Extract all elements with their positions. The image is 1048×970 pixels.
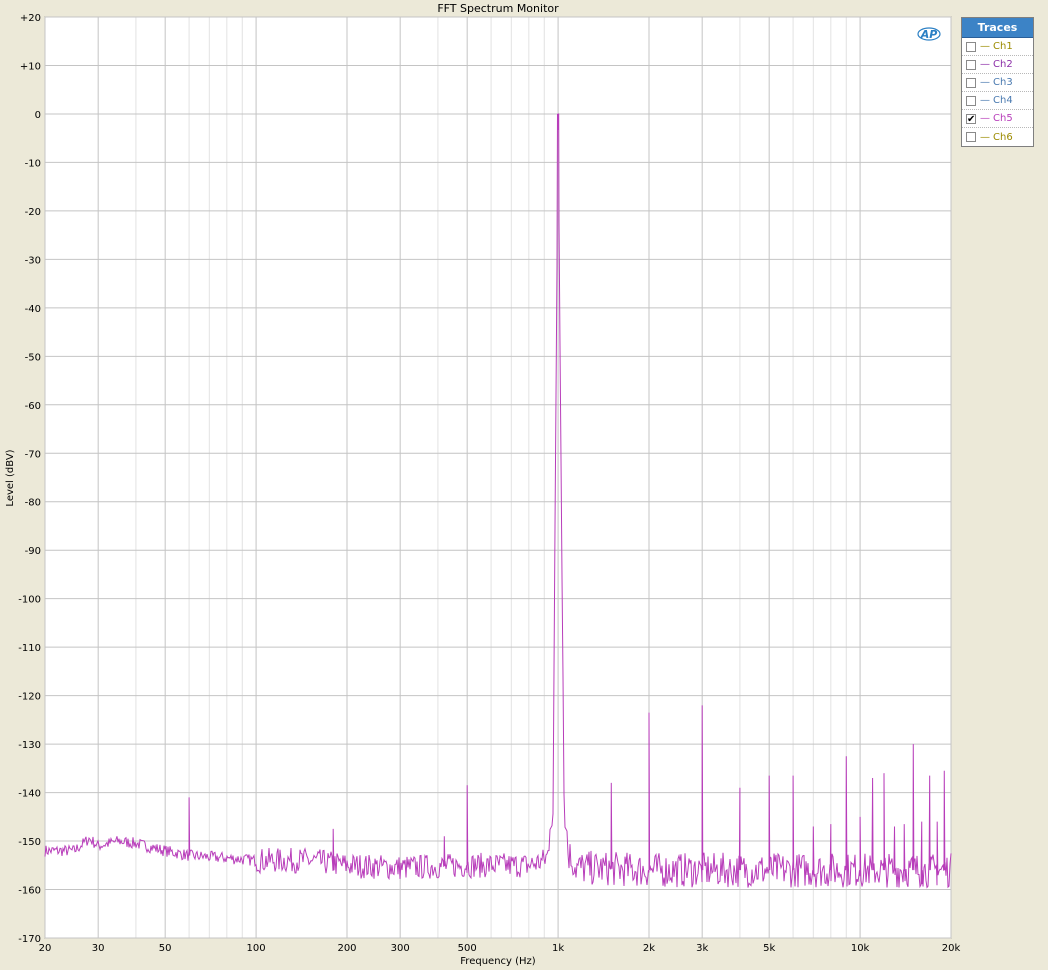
trace-swatch-ch3: — [980, 77, 990, 88]
y-tick-label: -40 [25, 304, 41, 315]
y-tick-label: -60 [25, 401, 41, 412]
legend-item-ch2[interactable]: — Ch2 [962, 56, 1033, 74]
y-tick-label: -10 [25, 158, 41, 169]
x-tick-label: 1k [552, 943, 564, 954]
trace-swatch-ch1: — [980, 41, 990, 52]
legend-item-ch5[interactable]: ✔ — Ch5 [962, 110, 1033, 128]
y-tick-label: -30 [25, 255, 41, 266]
legend-label-ch6: Ch6 [993, 131, 1013, 143]
checkbox-ch1[interactable] [966, 41, 976, 52]
y-tick-label: -90 [25, 546, 41, 557]
y-tick-label: -130 [18, 740, 41, 751]
x-tick-label: 500 [458, 943, 477, 954]
y-tick-label: -80 [25, 498, 41, 509]
y-tick-labels: +20 +10 0 -10 -20 -30 -40 -50 -60 -70 -80 -90 -100 -1… [18, 13, 41, 945]
y-tick-label: +20 [20, 13, 41, 24]
trace-swatch-ch6: — [980, 131, 990, 143]
y-tick-label: -120 [18, 692, 41, 703]
x-tick-label: 100 [247, 943, 266, 954]
x-tick-label: 5k [763, 943, 775, 954]
y-tick-label: -160 [18, 886, 41, 897]
y-tick-label: -140 [18, 789, 41, 800]
y-tick-label: -70 [25, 449, 41, 460]
ap-logo-text: AP [920, 28, 938, 41]
x-tick-label: 2k [643, 943, 655, 954]
fft-chart: FFT Spectrum Monitor +20 +10 0 -10 -20 -30 -40… [5, 2, 961, 967]
y-tick-label: +10 [20, 61, 41, 72]
legend-item-ch6[interactable]: — Ch6 [962, 128, 1033, 146]
y-tick-label: -150 [18, 837, 41, 848]
checkbox-ch2[interactable] [966, 59, 976, 70]
x-axis-label: Frequency (Hz) [460, 956, 536, 967]
legend-items: — Ch1 — Ch2 — Ch3 — Ch4 ✔ — Ch5 — Ch6 [962, 38, 1033, 146]
y-tick-label: -20 [25, 207, 41, 218]
trace-swatch-ch2: — [980, 59, 990, 70]
x-tick-label: 30 [92, 943, 105, 954]
traces-legend: Traces — Ch1 — Ch2 — Ch3 — Ch4 ✔ — Ch5 —… [961, 17, 1034, 147]
x-tick-labels: 20 30 50 100 200 300 500 1k 2k 3k 5k 10k 20k [39, 943, 961, 954]
ap-logo: AP [917, 27, 941, 41]
legend-item-ch1[interactable]: — Ch1 [962, 38, 1033, 56]
trace-swatch-ch5: — [980, 113, 990, 124]
y-tick-label: -100 [18, 595, 41, 606]
legend-label-ch1: Ch1 [993, 41, 1013, 52]
checkbox-ch3[interactable] [966, 77, 976, 88]
legend-label-ch5: Ch5 [993, 113, 1013, 124]
legend-label-ch3: Ch3 [993, 77, 1013, 88]
checkbox-ch5[interactable]: ✔ [966, 113, 976, 124]
x-tick-label: 10k [851, 943, 870, 954]
legend-label-ch4: Ch4 [993, 95, 1013, 106]
plot-area [44, 16, 952, 939]
chart-title: FFT Spectrum Monitor [437, 2, 559, 15]
x-tick-label: 20 [39, 943, 52, 954]
y-tick-label: -110 [18, 643, 41, 654]
y-axis-label: Level (dBV) [5, 449, 16, 506]
legend-item-ch3[interactable]: — Ch3 [962, 74, 1033, 92]
y-tick-label: -170 [18, 934, 41, 945]
x-tick-label: 20k [942, 943, 961, 954]
legend-label-ch2: Ch2 [993, 59, 1013, 70]
checkbox-ch6[interactable] [966, 132, 976, 142]
checkbox-ch4[interactable] [966, 95, 976, 106]
x-tick-label: 50 [159, 943, 172, 954]
legend-header: Traces [962, 18, 1033, 38]
legend-item-ch4[interactable]: — Ch4 [962, 92, 1033, 110]
x-tick-label: 200 [337, 943, 356, 954]
y-tick-label: -50 [25, 352, 41, 363]
x-tick-label: 3k [696, 943, 708, 954]
trace-swatch-ch4: — [980, 95, 990, 106]
y-tick-label: 0 [35, 110, 41, 121]
x-tick-label: 300 [391, 943, 410, 954]
